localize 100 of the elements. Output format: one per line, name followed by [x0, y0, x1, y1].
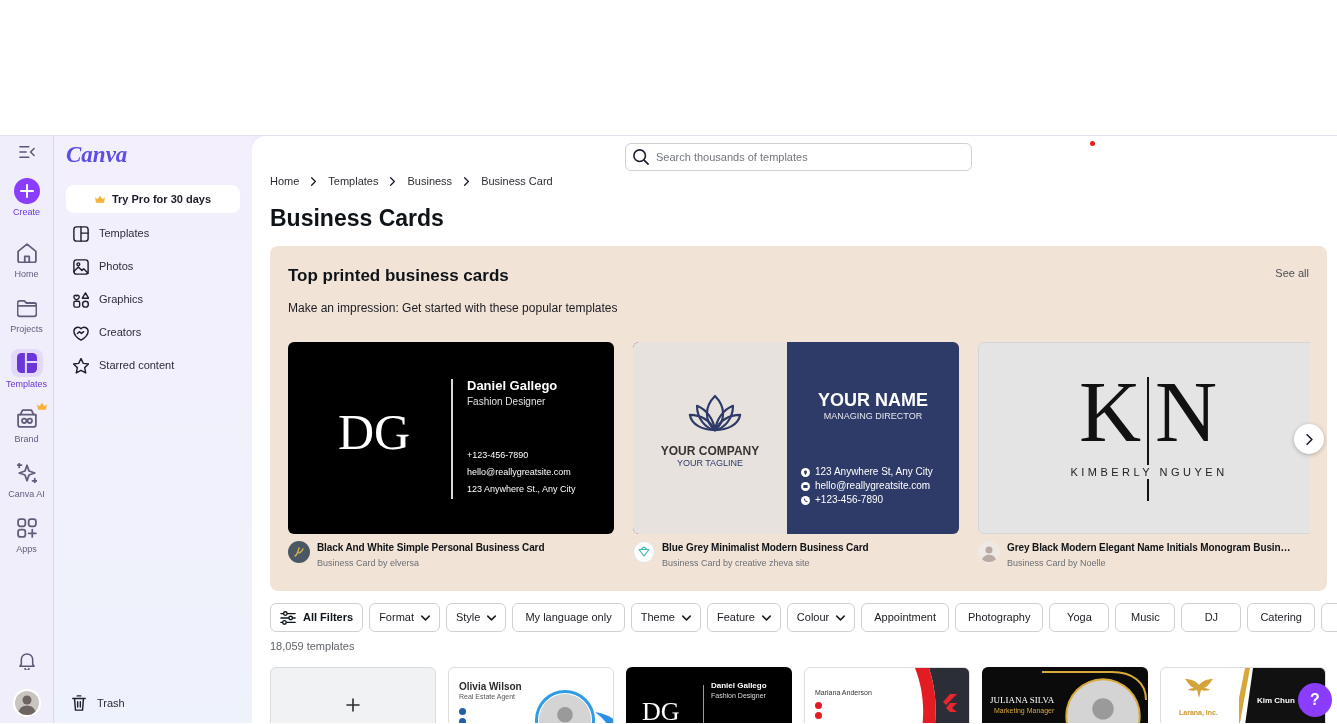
breadcrumb-link[interactable]: Templates — [328, 175, 379, 187]
layout-icon — [73, 225, 89, 242]
monogram-text: DG — [642, 697, 680, 723]
initial-letter: N — [1155, 369, 1218, 455]
rail-nav-item[interactable]: Canva AI — [0, 459, 53, 500]
filter-dropdown[interactable]: Style — [445, 603, 507, 632]
street-address: 123 Anywhere St, Any City — [815, 466, 933, 478]
sidebar-nav-item[interactable]: Creators — [66, 316, 240, 349]
template-byline: Business Card by creative zheva site — [662, 557, 810, 569]
filter-dropdown[interactable]: Theme — [630, 603, 701, 632]
template-title[interactable]: Black And White Simple Personal Business Card — [317, 541, 545, 555]
filter-chip[interactable]: Yoga — [1049, 603, 1110, 632]
phone-icon — [801, 495, 810, 505]
notification-bell-icon[interactable] — [17, 652, 36, 670]
sidebar-nav-item[interactable]: Graphics — [66, 283, 240, 316]
sidebar-nav-item[interactable]: Starred content — [66, 349, 240, 382]
filter-dropdown[interactable]: Format — [369, 603, 440, 632]
filter-sliders-icon — [280, 609, 296, 626]
chevron-right-icon — [311, 176, 317, 186]
template-preview[interactable]: K N KIMBERLY NGUYEN — [978, 342, 1310, 534]
image-icon — [73, 258, 89, 275]
job-title: MANAGING DIRECTOR — [823, 411, 923, 422]
filter-chip[interactable]: DJ — [1181, 603, 1242, 632]
mail-icon — [801, 481, 810, 491]
all-filters-button[interactable]: All Filters — [270, 603, 364, 632]
sidebar-nav-item[interactable]: Photos — [66, 250, 240, 283]
bag-icon — [16, 408, 37, 428]
sidebar-nav-item[interactable]: Templates — [66, 217, 240, 250]
page-title: Business Cards — [270, 204, 444, 233]
chevron-down-icon — [761, 614, 771, 621]
folder-icon — [16, 298, 37, 318]
chevron-down-icon — [420, 614, 430, 621]
filter-chip[interactable]: Catering — [1247, 603, 1315, 632]
chevron-right-icon — [390, 176, 396, 186]
see-all-link[interactable]: See all — [1275, 265, 1309, 281]
shapes-icon — [73, 291, 89, 308]
email-address: hello@reallygreatsite.com — [815, 480, 931, 492]
email-address: hello@reallygreatsite.com — [467, 466, 571, 478]
filter-chip[interactable]: Appointment — [861, 603, 949, 632]
sparkle-icon — [16, 463, 37, 483]
company-name: YOUR COMPANY — [660, 444, 760, 458]
avatar-icon[interactable] — [12, 689, 41, 717]
chevron-down-icon — [836, 614, 846, 621]
chevron-right-icon — [1305, 433, 1313, 445]
breadcrumb-link[interactable]: Business Card — [481, 175, 553, 187]
filter-dropdown[interactable]: Feature — [706, 603, 781, 632]
person-name: JULIANA SILVA — [990, 695, 1055, 705]
person-name: Daniel Gallego — [467, 378, 558, 394]
breadcrumb-link[interactable]: Home — [270, 175, 300, 187]
section-subtitle: Make an impression: Get started with these popular templates — [288, 300, 618, 316]
rail-nav-item[interactable]: Apps — [0, 514, 53, 555]
search-field[interactable]: Search thousands of templates — [625, 143, 972, 171]
search-icon — [633, 149, 649, 165]
lotus-logo-icon — [688, 394, 742, 432]
creator-avatar-icon — [633, 541, 655, 563]
template-count: 18,059 templates — [270, 639, 355, 653]
filter-dropdown[interactable]: Colour — [786, 603, 856, 632]
section-title: Top printed business cards — [288, 265, 509, 287]
filter-chip[interactable]: Photography — [955, 603, 1044, 632]
rail-nav-item[interactable]: Brand — [0, 404, 53, 445]
tagline: YOUR TAGLINE — [676, 458, 744, 469]
filter-chip[interactable]: My language only — [512, 603, 625, 632]
template-preview[interactable]: DG Daniel Gallego Fashion Designer +123-456-7890 hello@reallygreatsite.com 123 Anywhere St., Any City — [288, 342, 614, 534]
creator-avatar-icon — [288, 541, 310, 563]
monogram-text: DG — [338, 403, 411, 462]
create-button[interactable]: Create — [0, 177, 53, 218]
chevron-right-icon — [464, 176, 470, 186]
template-title[interactable]: Blue Grey Minimalist Modern Business Card — [662, 541, 869, 555]
contact-dot-icon — [815, 712, 822, 719]
initial-letter: K — [1079, 369, 1142, 455]
rail-nav-item[interactable]: Templates — [0, 349, 53, 390]
heart-icon — [73, 324, 89, 341]
rail-nav-item[interactable]: Home — [0, 239, 53, 280]
chevron-down-icon — [487, 614, 497, 621]
canva-logo[interactable]: Canva — [66, 143, 128, 167]
rail-nav-item[interactable]: Projects — [0, 294, 53, 335]
chevron-down-icon — [681, 614, 691, 621]
template-preview[interactable]: YOUR COMPANY YOUR TAGLINE YOUR NAME MANAGING DIRECTOR 123 Anywhere St, Any City hello@reallygreatsite.com +123-456-7890 — [633, 342, 959, 534]
person-name: Olivia Wilson — [459, 680, 522, 693]
layout-icon — [16, 353, 37, 373]
logo-mark-icon — [941, 694, 957, 712]
job-title: Fashion Designer — [467, 396, 546, 408]
next-button[interactable] — [1294, 424, 1324, 454]
template-byline: Business Card by Noelle — [1007, 557, 1106, 569]
contact-dot-icon — [815, 702, 822, 709]
template-byline: Business Card by elversa — [317, 557, 420, 569]
phone-number: +123-456-7890 — [467, 449, 529, 461]
try-pro-button[interactable]: Try Pro for 30 days — [66, 185, 240, 213]
person-name: YOUR NAME — [818, 390, 928, 410]
breadcrumb-link[interactable]: Business — [407, 175, 453, 187]
street-address: 123 Anywhere St., Any City — [467, 483, 576, 495]
creator-avatar-icon — [978, 541, 1000, 563]
contact-dot-icon — [459, 708, 466, 715]
template-title[interactable]: Grey Black Modern Elegant Name Initials Monogram Busin… — [1007, 541, 1291, 555]
collapse-menu-icon[interactable] — [18, 144, 35, 160]
home-icon — [16, 243, 37, 263]
filter-chip[interactable]: Music — [1115, 603, 1176, 632]
trash-button[interactable]: Trash — [66, 689, 240, 717]
plus-icon — [346, 698, 360, 712]
person-name: Kim Chun — [1257, 696, 1295, 706]
